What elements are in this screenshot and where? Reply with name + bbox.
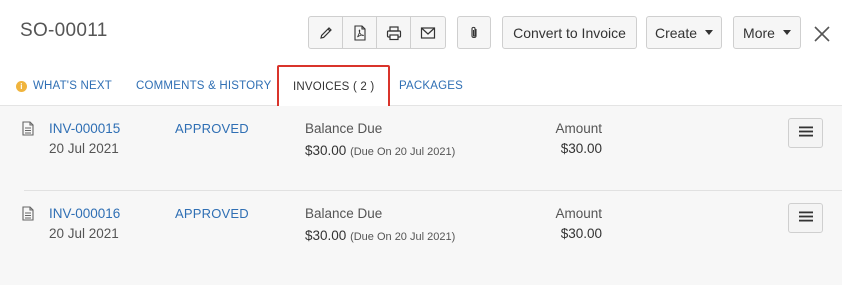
balance-amount: $30.00 — [305, 228, 347, 243]
invoice-date: 20 Jul 2021 — [49, 226, 119, 241]
tab-invoices[interactable]: INVOICES ( 2 ) — [277, 65, 391, 108]
action-icon-group — [308, 16, 446, 49]
hamburger-icon — [798, 209, 813, 227]
balance-due-label: Balance Due — [305, 206, 383, 221]
list-item: INV-000015 20 Jul 2021 APPROVED Balance … — [12, 106, 842, 191]
attachment-button[interactable] — [457, 16, 491, 49]
tab-label: COMMENTS & HISTORY — [136, 80, 272, 92]
tab-comments-history[interactable]: COMMENTS & HISTORY — [136, 66, 271, 106]
tab-label: INVOICES ( 2 ) — [293, 80, 375, 93]
amount-label: Amount — [555, 121, 602, 136]
tab-whats-next[interactable]: i WHAT'S NEXT — [16, 66, 112, 106]
tab-bar: i WHAT'S NEXT COMMENTS & HISTORY INVOICE… — [0, 65, 842, 108]
row-menu-button[interactable] — [788, 203, 823, 233]
tab-label: WHAT'S NEXT — [33, 80, 112, 92]
amount-value: $30.00 — [560, 141, 602, 156]
status-badge: APPROVED — [175, 121, 249, 136]
create-dropdown-button[interactable]: Create — [646, 16, 722, 49]
balance-amount: $30.00 — [305, 143, 347, 158]
create-label: Create — [654, 24, 698, 41]
print-icon[interactable] — [377, 17, 411, 48]
info-icon: i — [16, 80, 27, 92]
amount-label: Amount — [555, 206, 602, 221]
status-badge: APPROVED — [175, 206, 249, 221]
balance-due-label: Balance Due — [305, 121, 383, 136]
hamburger-icon — [798, 124, 813, 142]
invoice-number-link[interactable]: INV-000015 — [49, 121, 120, 136]
tab-label: PACKAGES — [399, 80, 464, 92]
amount-value: $30.00 — [560, 226, 602, 241]
convert-to-invoice-button[interactable]: Convert to Invoice — [502, 16, 637, 49]
more-dropdown-button[interactable]: More — [733, 16, 801, 49]
due-date-note: (Due On 20 Jul 2021) — [350, 231, 456, 243]
convert-to-invoice-label: Convert to Invoice — [513, 24, 626, 41]
caret-down-icon — [782, 30, 791, 35]
paperclip-icon — [468, 25, 480, 41]
invoice-number-link[interactable]: INV-000016 — [49, 206, 120, 221]
close-icon[interactable] — [812, 24, 832, 44]
due-date-note: (Due On 20 Jul 2021) — [350, 146, 456, 158]
balance-due-value: $30.00 (Due On 20 Jul 2021) — [305, 226, 485, 247]
email-icon[interactable] — [411, 17, 445, 48]
row-menu-button[interactable] — [788, 118, 823, 148]
pdf-icon[interactable] — [343, 17, 377, 48]
invoice-date: 20 Jul 2021 — [49, 141, 119, 156]
edit-icon[interactable] — [309, 17, 343, 48]
document-icon — [22, 121, 34, 141]
page-title: SO-00011 — [20, 20, 108, 41]
caret-down-icon — [705, 30, 714, 35]
more-label: More — [743, 24, 775, 41]
tab-packages[interactable]: PACKAGES — [399, 66, 463, 106]
list-item: INV-000016 20 Jul 2021 APPROVED Balance … — [12, 191, 830, 275]
header: SO-00011 Convert to Invoice Create More — [0, 0, 842, 66]
balance-due-value: $30.00 (Due On 20 Jul 2021) — [305, 141, 485, 162]
invoice-list: INV-000015 20 Jul 2021 APPROVED Balance … — [0, 106, 842, 285]
document-icon — [22, 206, 34, 226]
